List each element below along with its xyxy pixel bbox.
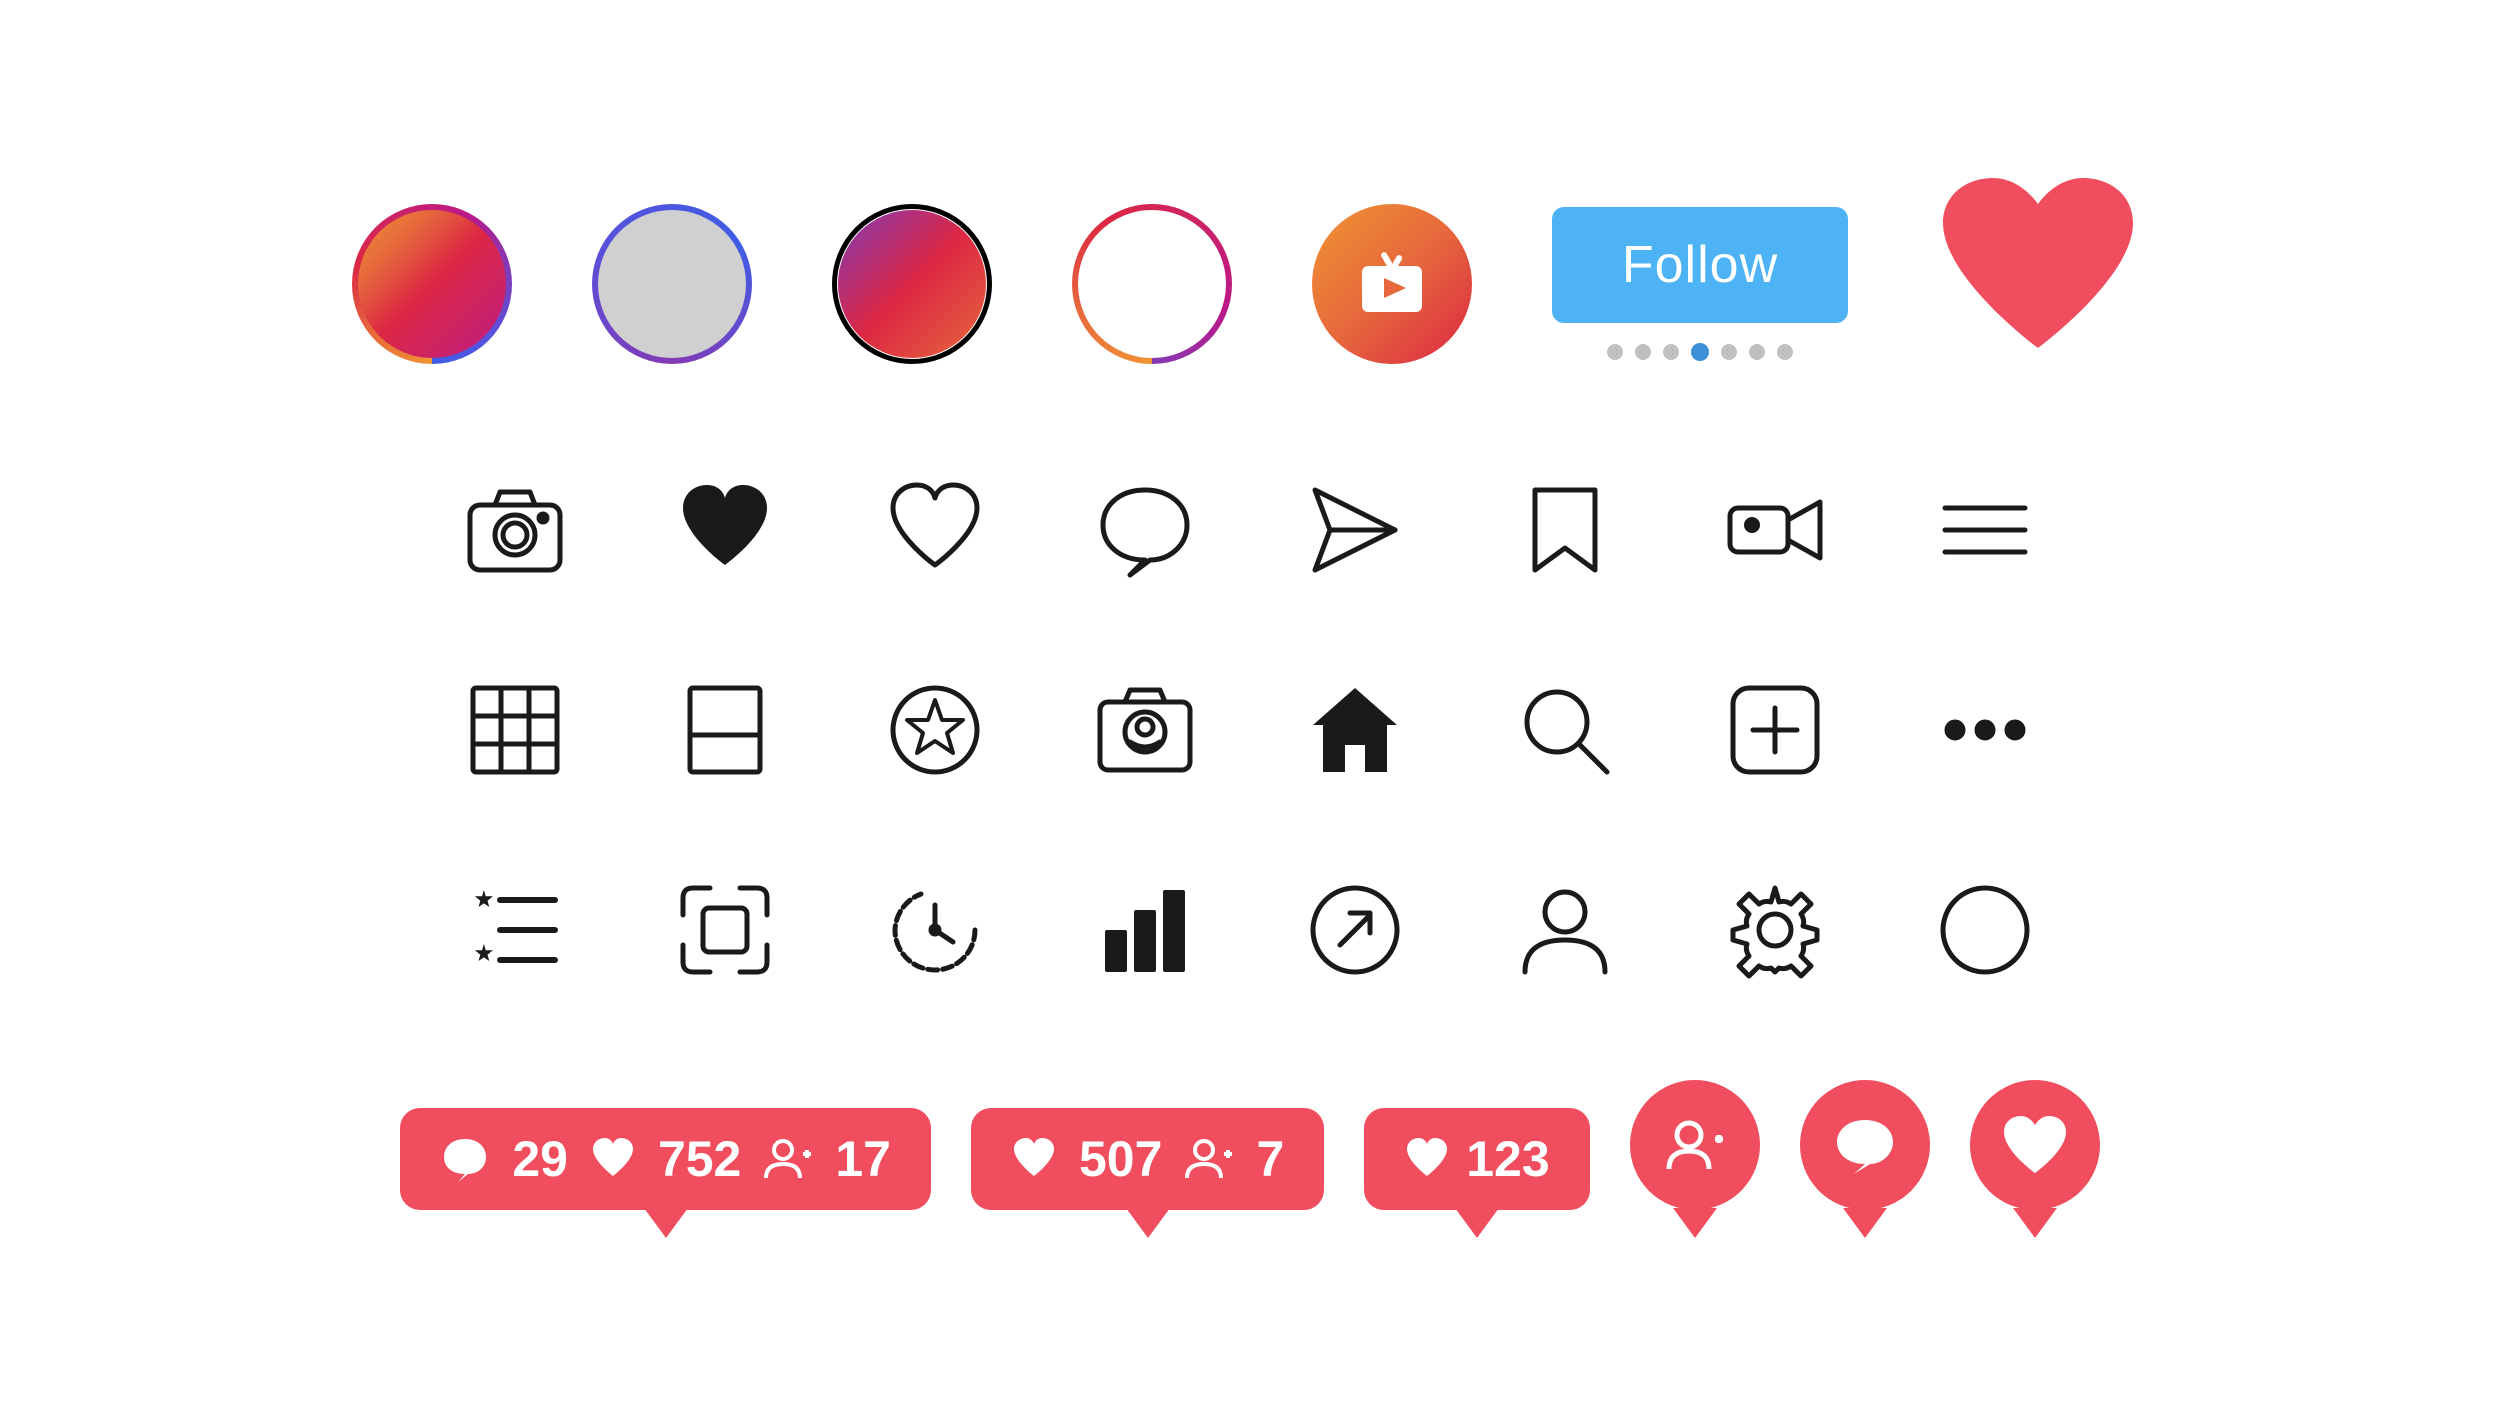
video-camera-icon[interactable] [1705,460,1845,600]
search-icon[interactable] [1495,660,1635,800]
igtv-circle[interactable] [1312,204,1472,364]
bar-chart-icon[interactable] [1075,860,1215,1000]
notifications-row: 29 752 17 507 7 123 [400,1080,2099,1245]
story-circle-2[interactable] [592,204,752,364]
icon-row-4 [445,860,2055,1000]
more-icon[interactable] [1915,660,2055,800]
activity-icon[interactable] [445,860,585,1000]
dot-3[interactable] [1663,344,1679,360]
follow-count-2: 7 [1256,1130,1284,1188]
menu-icon[interactable] [1915,460,2055,600]
single-post-icon[interactable] [655,660,795,800]
dots-row [1607,343,1793,361]
heart-count: 752 [658,1130,741,1188]
screenshot-icon[interactable] [655,860,795,1000]
radio-unselected-icon[interactable] [1915,860,2055,1000]
add-post-icon[interactable] [1705,660,1845,800]
comment-icon[interactable] [1075,460,1215,600]
heart-count-3: 123 [1466,1130,1549,1188]
story-circle-3[interactable] [832,204,992,364]
row1: Follow [352,168,2148,400]
comment-count: 29 [512,1130,568,1188]
follow-button[interactable]: Follow [1552,207,1848,323]
camera-icon[interactable] [445,460,585,600]
follow-count: 17 [835,1130,891,1188]
big-heart-icon [1928,168,2148,400]
follow-section: Follow [1552,207,1848,361]
notification-badge-3[interactable]: 123 [1364,1108,1589,1210]
story-circle-4[interactable] [1072,204,1232,364]
main-container: Follow [0,0,2500,1413]
send-icon[interactable] [1285,460,1425,600]
heart-count-2: 507 [1079,1130,1162,1188]
grid-icon[interactable] [445,660,585,800]
heart-filled-icon[interactable] [655,460,795,600]
dot-2[interactable] [1635,344,1651,360]
external-link-icon[interactable] [1285,860,1425,1000]
dot-1[interactable] [1607,344,1623,360]
story-circle-1[interactable] [352,204,512,364]
star-circle-icon[interactable] [865,660,1005,800]
heart-outline-icon[interactable] [865,460,1005,600]
notification-badge-comment[interactable] [1800,1080,1930,1210]
icon-row-3 [445,660,2055,800]
dot-6[interactable] [1749,344,1765,360]
clock-icon[interactable] [865,860,1005,1000]
profile-icon[interactable] [1495,860,1635,1000]
icon-row-2 [445,460,2055,600]
settings-icon[interactable] [1705,860,1845,1000]
notification-badge-follow[interactable] [1630,1080,1760,1210]
notification-badge-2[interactable]: 507 7 [971,1108,1324,1210]
dot-4-active[interactable] [1691,343,1709,361]
profile-photo-icon[interactable] [1075,660,1215,800]
dot-5[interactable] [1721,344,1737,360]
home-icon[interactable] [1285,660,1425,800]
bookmark-icon[interactable] [1495,460,1635,600]
notification-badge-heart[interactable] [1970,1080,2100,1210]
notification-badge-1[interactable]: 29 752 17 [400,1108,931,1210]
dot-7[interactable] [1777,344,1793,360]
